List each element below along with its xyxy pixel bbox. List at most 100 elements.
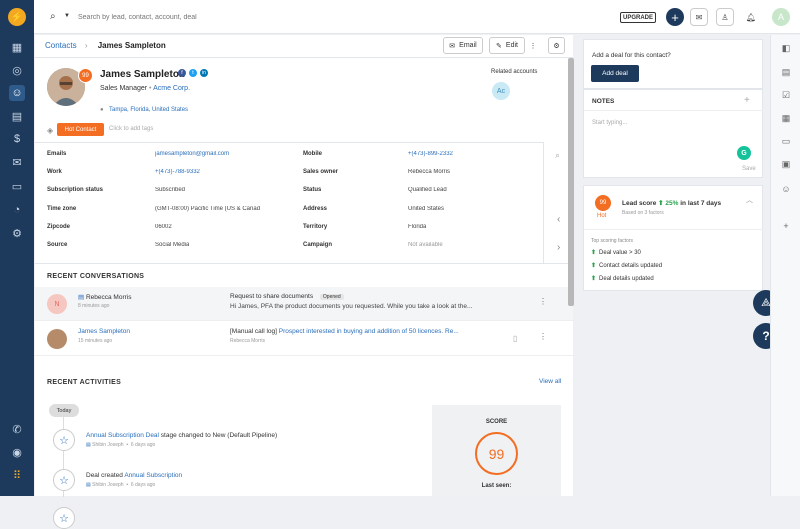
- status-badge: Opened: [319, 294, 344, 300]
- field-value: 06002: [155, 224, 172, 230]
- twitter-icon[interactable]: t: [189, 69, 197, 77]
- notes-input[interactable]: Start typing...: [592, 120, 627, 126]
- upgrade-button[interactable]: UPGRADE: [620, 12, 656, 23]
- user-icon[interactable]: ☺: [9, 85, 25, 101]
- conversation-sender[interactable]: James Sampleton: [78, 328, 130, 335]
- location-link[interactable]: Tampa, Florida, United States: [109, 107, 188, 113]
- field-label: Source: [47, 242, 68, 248]
- conversation-from: Rebecca Morris: [230, 338, 266, 344]
- deals-icon[interactable]: $: [9, 131, 25, 147]
- contact-title: Sales Manager • Acme Corp.: [100, 85, 191, 92]
- calendar-icon[interactable]: ▦: [779, 111, 793, 125]
- field-label: Address: [303, 206, 328, 212]
- search-icon[interactable]: ⌕: [50, 11, 56, 22]
- email-icon[interactable]: ✉: [9, 154, 25, 170]
- compass-icon[interactable]: ◉: [9, 444, 25, 460]
- field-value[interactable]: +(473)-788-9332: [155, 169, 200, 175]
- score-factor: ⬆ Contact details updated: [591, 263, 663, 269]
- score-factor: ⬆ Deal value > 30: [591, 250, 641, 256]
- email-button[interactable]: ✉ Email: [443, 37, 483, 54]
- avatar: N: [47, 294, 67, 314]
- quick-add-button[interactable]: +: [666, 8, 684, 26]
- score-ring: 99: [475, 432, 518, 475]
- reports-icon[interactable]: ◔: [9, 202, 25, 218]
- activity-meta: ▤ Shibin Joseph • 6 days ago: [86, 442, 156, 448]
- deal-icon[interactable]: ◧: [779, 41, 793, 55]
- hot-contact-tag[interactable]: Hot Contact: [57, 123, 104, 136]
- last-seen-label: Last seen:: [481, 483, 512, 489]
- field-label: Sales owner: [303, 169, 339, 175]
- conversation-row[interactable]: James Sampleton 15 minutes ago [Manual c…: [35, 322, 573, 356]
- phone-off-icon[interactable]: ✆: [9, 421, 25, 437]
- settings-icon[interactable]: ⚙: [9, 225, 25, 241]
- settings-gear-icon[interactable]: ⚙: [548, 37, 565, 54]
- star-icon: ☆: [53, 507, 75, 529]
- scrollbar[interactable]: [568, 58, 574, 306]
- phone-icon[interactable]: ♙: [716, 8, 734, 26]
- field-label: Time zone: [47, 206, 77, 212]
- edit-button[interactable]: ✎ Edit: [489, 37, 525, 54]
- accounts-icon[interactable]: ▤: [9, 108, 25, 124]
- score-box: SCORE 99 Last seen:: [432, 405, 561, 496]
- more-menu-icon[interactable]: ⋮: [539, 332, 547, 341]
- search-icon[interactable]: ⌕: [555, 150, 560, 161]
- files-icon[interactable]: ▭: [779, 134, 793, 148]
- field-value: (GMT-08:00) Pacific Time (US & Canad: [155, 206, 261, 212]
- top-bar: ⌕ ▼ UPGRADE + ✉ ♙ 🔔︎ A: [34, 0, 800, 34]
- company-link[interactable]: Acme Corp.: [153, 85, 190, 92]
- tasks-icon[interactable]: ☑: [779, 88, 793, 102]
- save-button[interactable]: Save: [742, 166, 756, 172]
- apps-grid-icon[interactable]: ⠿: [9, 467, 25, 483]
- field-row: Zipcode 06002 Territory Florida: [47, 224, 537, 242]
- avatar[interactable]: A: [772, 8, 790, 26]
- breadcrumb: Contacts › James Sampleton: [45, 41, 166, 50]
- calendar-icon[interactable]: ▦: [9, 39, 25, 55]
- add-tags-link[interactable]: Click to add tags: [109, 126, 153, 132]
- activity-text: Annual Subscription Deal stage changed t…: [86, 432, 278, 439]
- chevron-down-icon[interactable]: ▼: [64, 13, 70, 19]
- related-account-avatar[interactable]: Ac: [492, 82, 510, 100]
- contact-name: James Sampleton: [100, 69, 186, 80]
- breadcrumb-contacts[interactable]: Contacts: [45, 41, 77, 50]
- chevron-up-icon[interactable]: ︿: [746, 195, 753, 205]
- tag-icon: ◈: [47, 126, 54, 135]
- recent-activities-heading: RECENT ACTIVITIES: [47, 379, 122, 386]
- notes-icon[interactable]: ▤: [779, 65, 793, 79]
- add-icon[interactable]: +: [779, 219, 793, 233]
- mail-icon[interactable]: ✉: [690, 8, 708, 26]
- field-label: Mobile: [303, 151, 322, 157]
- notes-title: NOTES: [592, 98, 615, 105]
- field-value: Subscribed: [155, 187, 186, 193]
- chat-icon[interactable]: ▣: [779, 157, 793, 171]
- grammarly-icon[interactable]: G: [737, 146, 751, 160]
- conversation-row[interactable]: N ▤ Rebecca Morris 8 minutes ago Request…: [35, 287, 573, 321]
- more-menu-icon[interactable]: ⋮: [526, 37, 540, 54]
- add-deal-button[interactable]: Add deal: [591, 65, 639, 82]
- notes-card: NOTES + Start typing... G Save: [583, 89, 764, 178]
- linkedin-icon[interactable]: in: [200, 69, 208, 77]
- activity-text: Deal created Annual Subscription: [86, 472, 183, 479]
- more-menu-icon[interactable]: ⋮: [539, 297, 547, 306]
- field-value: Social Media: [155, 242, 190, 248]
- left-nav: ⚡ ▦ ◎ ☺ ▤ $ ✉ ▭ ◔ ⚙ ✆ ◉ ⠿: [0, 0, 34, 496]
- conversation-time: 8 minutes ago: [78, 303, 110, 309]
- avatar: [47, 329, 67, 349]
- field-value[interactable]: jamesampleton@gmail.com: [155, 151, 229, 157]
- chat-icon[interactable]: ▭: [9, 178, 25, 194]
- search-input[interactable]: [78, 10, 338, 24]
- freshsales-logo[interactable]: ⚡: [8, 8, 26, 26]
- field-label: Zipcode: [47, 224, 71, 230]
- field-row: Subscription status Subscribed Status Quali…: [47, 187, 537, 205]
- field-value[interactable]: +(473)-899-2332: [408, 151, 453, 157]
- divider: [35, 142, 543, 143]
- contacts-icon[interactable]: ◎: [9, 62, 25, 78]
- chevron-left-icon[interactable]: ‹: [557, 214, 560, 225]
- phone-icon: ▯: [513, 334, 518, 343]
- people-icon[interactable]: ☺: [779, 182, 793, 196]
- chevron-right-icon[interactable]: ›: [557, 242, 560, 253]
- field-row: Source Social Media Campaign Not available: [47, 242, 537, 260]
- bell-icon[interactable]: 🔔︎: [742, 8, 760, 26]
- view-all-link[interactable]: View all: [539, 378, 561, 385]
- add-note-icon[interactable]: +: [744, 95, 750, 106]
- facebook-icon[interactable]: f: [178, 69, 186, 77]
